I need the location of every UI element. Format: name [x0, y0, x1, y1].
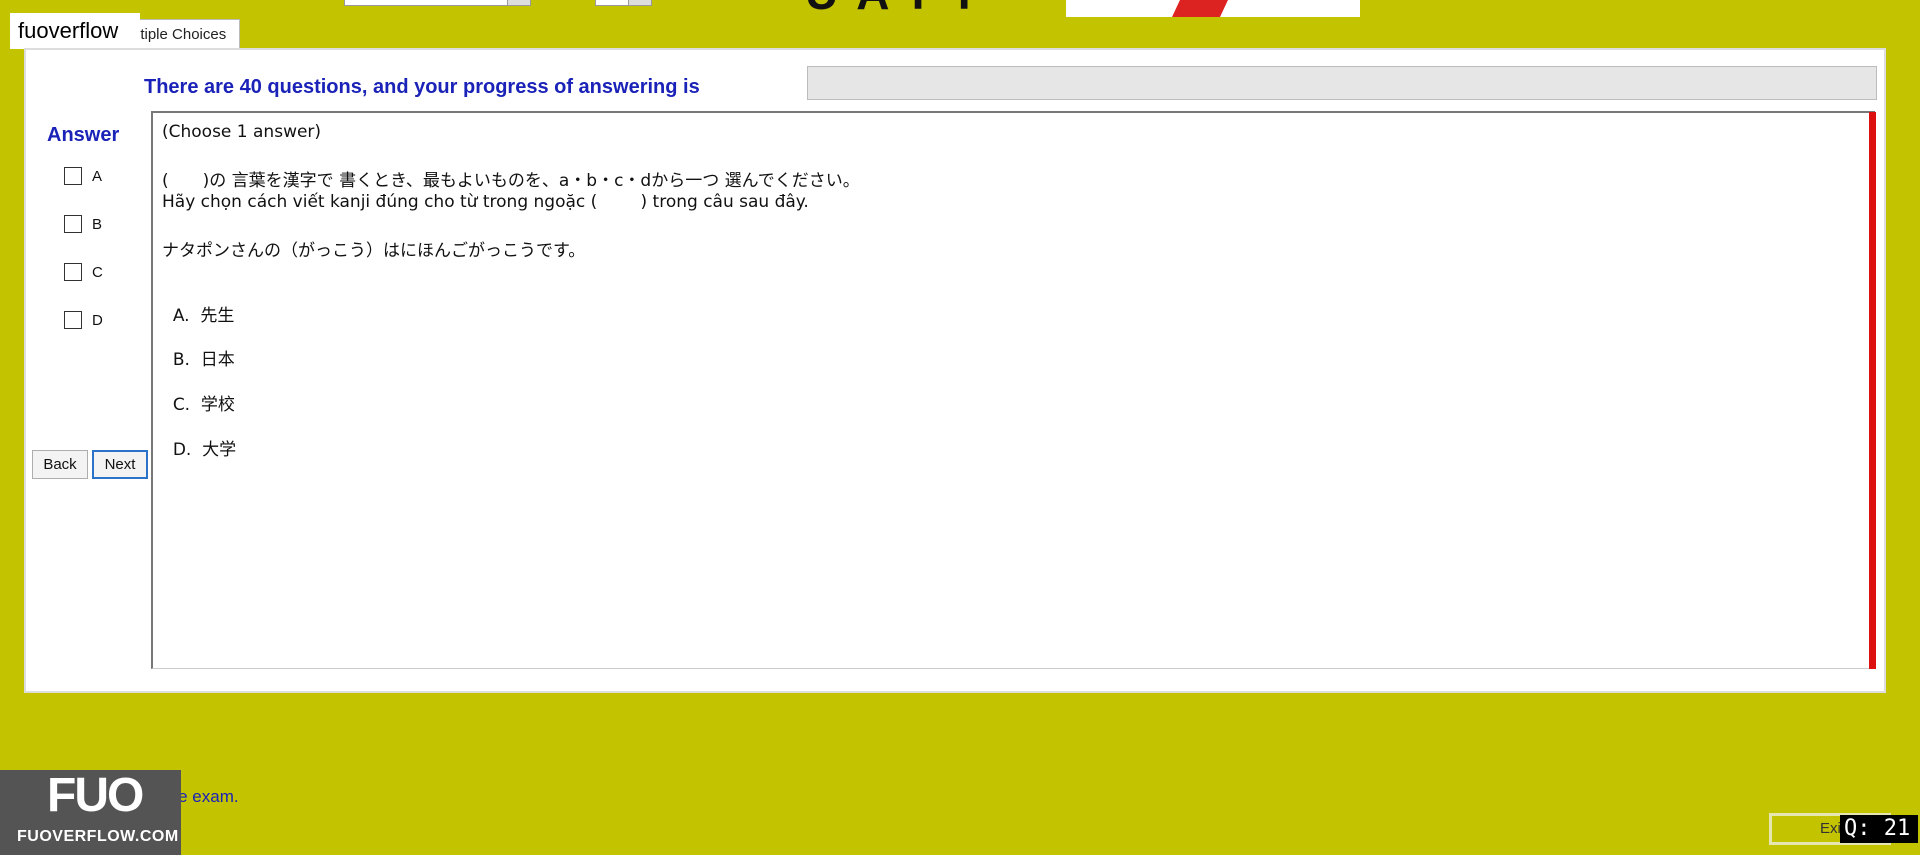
question-prompt-jp: ( )の 言葉を漢字で 書くとき、最もよいものを、a・b・c・dから一つ 選んで…	[162, 171, 860, 191]
question-counter: Q: 21	[1840, 815, 1918, 843]
answer-option-b[interactable]: B	[64, 212, 102, 236]
answer-option-d[interactable]: D	[64, 308, 103, 332]
choice-text: 学校	[200, 395, 235, 415]
checkbox-d[interactable]	[64, 311, 82, 329]
question-sentence: ナタポンさんの（がっこう）はにほんごがっこうです。	[162, 241, 586, 261]
answer-title: Answer	[47, 124, 120, 146]
option-label-b: B	[92, 215, 103, 233]
choice-letter: B.	[172, 350, 190, 370]
choice-b: B. 日本	[162, 325, 235, 370]
logo-text: FUO	[47, 769, 144, 822]
dropdown-arrow-icon	[507, 0, 530, 5]
checkbox-b[interactable]	[64, 215, 82, 233]
tab-multiple-choices[interactable]: ltiple Choices	[128, 19, 240, 49]
choice-letter: D.	[172, 440, 192, 460]
flag-banner	[1066, 0, 1360, 17]
choice-text: 先生	[200, 306, 235, 326]
top-dropdown[interactable]	[344, 0, 531, 6]
choice-letter: C.	[172, 395, 191, 415]
option-label-d: D	[92, 311, 103, 329]
answer-option-a[interactable]: A	[64, 164, 102, 188]
progress-bar	[807, 66, 1877, 100]
scroll-indicator[interactable]	[1869, 112, 1876, 669]
watermark-label: fuoverflow	[10, 13, 140, 49]
question-instruction: (Choose 1 answer)	[162, 122, 322, 142]
flag-icon	[1172, 0, 1228, 17]
choice-text: 日本	[200, 350, 235, 370]
option-label-a: A	[92, 167, 103, 185]
option-label-c: C	[92, 263, 103, 281]
checkbox-c[interactable]	[64, 263, 82, 281]
exam-heading: UATT	[805, 0, 996, 20]
back-button[interactable]: Back	[32, 450, 88, 479]
spinner-arrow-icon	[628, 0, 651, 5]
choice-d: D. 大学	[162, 415, 236, 460]
logo-caption: FUOVERFLOW.COM	[17, 828, 179, 845]
progress-label: There are 40 questions, and your progres…	[144, 76, 700, 98]
top-spinner[interactable]	[595, 0, 652, 6]
choice-letter: A.	[172, 306, 190, 326]
checkbox-a[interactable]	[64, 167, 82, 185]
answer-option-c[interactable]: C	[64, 260, 103, 284]
question-prompt-vi: Hãy chọn cách viết kanji đúng cho từ tro…	[162, 192, 809, 212]
choice-c: C. 学校	[162, 370, 235, 415]
choice-text: 大学	[202, 440, 237, 460]
next-button[interactable]: Next	[92, 450, 148, 479]
choice-a: A. 先生	[162, 281, 235, 326]
